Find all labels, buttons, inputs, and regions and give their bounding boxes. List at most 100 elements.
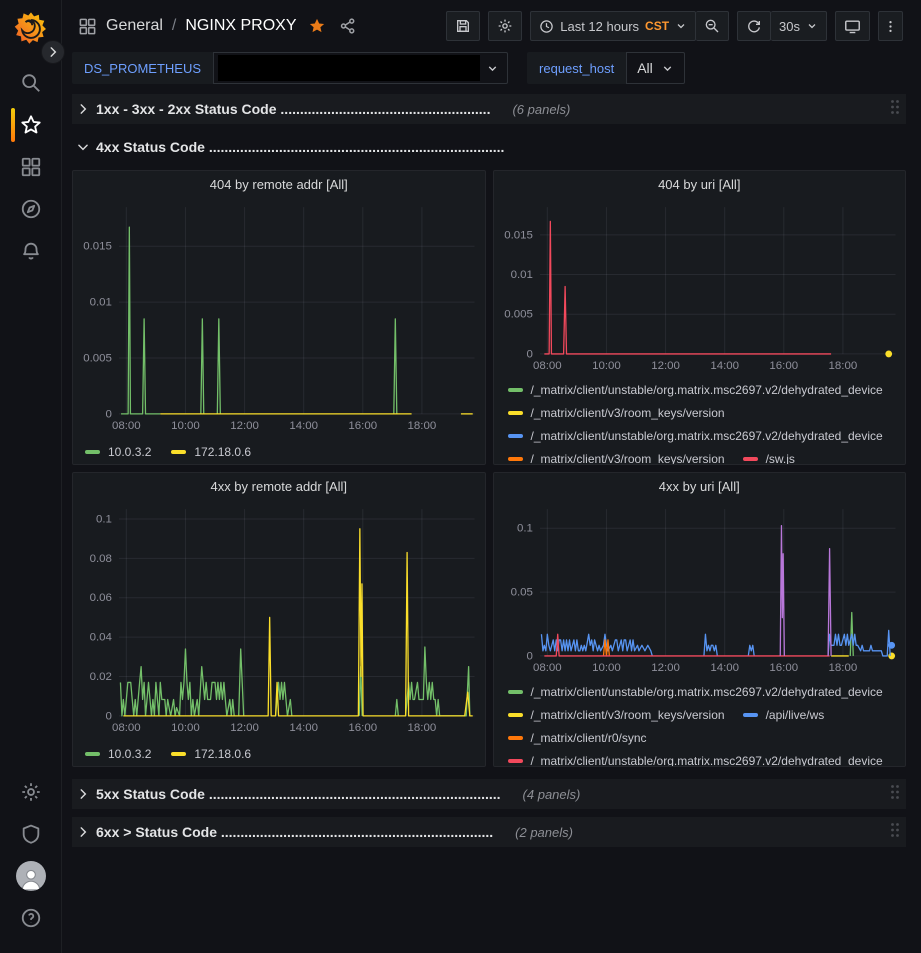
legend-swatch — [171, 450, 186, 454]
row-drag-handle[interactable] — [890, 784, 900, 805]
svg-text:10:00: 10:00 — [171, 722, 200, 734]
row-1xx-3xx-2xx[interactable]: 1xx - 3xx - 2xx Status Code ............… — [72, 94, 906, 124]
legend-item[interactable]: 10.0.3.2 — [85, 743, 151, 766]
row-title: 1xx - 3xx - 2xx Status Code ............… — [96, 101, 490, 117]
gear-icon — [20, 781, 42, 803]
svg-text:08:00: 08:00 — [112, 420, 141, 432]
dashboard-settings-button[interactable] — [488, 11, 522, 41]
legend-item[interactable]: /_matrix/client/v3/room_keys/version — [508, 401, 725, 424]
sidebar-item-explore[interactable] — [9, 188, 53, 230]
refresh-button[interactable] — [737, 11, 771, 41]
sidebar-item-configuration[interactable] — [9, 771, 53, 813]
save-dashboard-button[interactable] — [446, 11, 480, 41]
row-drag-handle[interactable] — [890, 99, 900, 120]
legend-item[interactable]: 172.18.0.6 — [171, 441, 251, 464]
panel-title[interactable]: 4xx by remote addr [All] — [73, 473, 485, 501]
legend-swatch — [508, 713, 523, 717]
chevron-down-icon — [76, 140, 90, 154]
legend-item[interactable]: /_matrix/client/r0/sync — [508, 726, 647, 749]
header-actions: Last 12 hours CST 30s — [446, 11, 903, 41]
refresh-group: 30s — [737, 11, 827, 41]
breadcrumb-section[interactable]: General — [106, 17, 163, 35]
legend-swatch — [508, 434, 523, 438]
svg-text:0.01: 0.01 — [90, 297, 112, 309]
legend-label: 10.0.3.2 — [108, 747, 151, 761]
legend-item[interactable]: 172.18.0.6 — [171, 743, 251, 766]
svg-text:18:00: 18:00 — [828, 360, 857, 372]
legend-item[interactable]: /api/live/ws — [743, 703, 825, 726]
legend-label: /_matrix/client/r0/sync — [531, 731, 647, 745]
svg-text:16:00: 16:00 — [769, 360, 798, 372]
panel-4: 4xx by uri [All]00.050.108:0010:0012:001… — [493, 472, 907, 767]
sidebar-expand-button[interactable] — [41, 40, 65, 64]
refresh-interval-picker[interactable]: 30s — [771, 11, 827, 41]
timeseries-chart: 00.0050.010.01508:0010:0012:0014:0016:00… — [494, 199, 906, 374]
request-host-value: All — [637, 60, 653, 76]
compass-icon — [20, 198, 42, 220]
sidebar-item-search[interactable] — [9, 62, 53, 104]
chevron-down-icon — [675, 20, 687, 32]
row-5xx[interactable]: 5xx Status Code ........................… — [72, 779, 906, 809]
legend-item[interactable]: /_matrix/client/v3/room_keys/version — [508, 447, 725, 464]
share-button[interactable] — [337, 17, 359, 35]
zoom-out-button[interactable] — [696, 11, 729, 41]
svg-text:18:00: 18:00 — [408, 722, 437, 734]
panel-title[interactable]: 4xx by uri [All] — [494, 473, 906, 501]
svg-text:10:00: 10:00 — [592, 360, 621, 372]
more-options-button[interactable] — [878, 11, 903, 41]
svg-text:0.04: 0.04 — [90, 632, 113, 644]
svg-text:0.08: 0.08 — [90, 553, 112, 565]
clock-icon — [539, 19, 554, 34]
timeseries-chart: 00.050.108:0010:0012:0014:0016:0018:00 — [494, 501, 906, 676]
legend-item[interactable]: /_matrix/client/unstable/org.matrix.msc2… — [508, 680, 883, 703]
timezone-label: CST — [645, 19, 669, 33]
row-drag-handle[interactable] — [890, 822, 900, 843]
request-host-select[interactable]: All — [626, 52, 685, 84]
panel-1: 404 by remote addr [All]00.0050.010.0150… — [72, 170, 486, 465]
legend-item[interactable]: /sw.js — [743, 447, 795, 464]
svg-text:0.01: 0.01 — [510, 269, 532, 281]
zoom-out-icon — [704, 18, 720, 34]
legend-item[interactable]: /_matrix/client/unstable/org.matrix.msc2… — [508, 378, 883, 401]
svg-text:0: 0 — [106, 408, 112, 420]
svg-text:0.1: 0.1 — [516, 523, 532, 535]
dashboard-canvas: 1xx - 3xx - 2xx Status Code ............… — [62, 88, 921, 847]
sidebar-item-starred[interactable] — [9, 104, 53, 146]
svg-text:0: 0 — [526, 650, 532, 662]
svg-text:0.1: 0.1 — [96, 513, 112, 525]
sidebar-item-profile[interactable] — [9, 855, 53, 897]
svg-text:12:00: 12:00 — [230, 420, 259, 432]
chevron-right-icon — [76, 825, 90, 839]
bell-icon — [20, 240, 42, 262]
legend-label: 172.18.0.6 — [194, 445, 251, 459]
legend-label: /_matrix/client/unstable/org.matrix.msc2… — [531, 429, 883, 443]
legend-swatch — [508, 388, 523, 392]
time-range-picker[interactable]: Last 12 hours CST — [530, 11, 696, 41]
sidebar-item-help[interactable] — [9, 897, 53, 939]
row-6xx[interactable]: 6xx > Status Code ......................… — [72, 817, 906, 847]
legend-item[interactable]: /_matrix/client/unstable/org.matrix.msc2… — [508, 424, 883, 447]
svg-text:0.05: 0.05 — [510, 587, 532, 599]
time-range-label: Last 12 hours — [560, 19, 639, 34]
sidebar-item-alerting[interactable] — [9, 230, 53, 272]
svg-text:12:00: 12:00 — [230, 722, 259, 734]
legend-swatch — [508, 736, 523, 740]
panel-legend: /_matrix/client/unstable/org.matrix.msc2… — [494, 374, 906, 464]
legend-label: /sw.js — [766, 452, 795, 465]
tv-mode-button[interactable] — [835, 11, 870, 41]
legend-item[interactable]: 10.0.3.2 — [85, 441, 151, 464]
favorite-star-button[interactable] — [306, 17, 328, 35]
timeseries-chart: 00.020.040.060.080.108:0010:0012:0014:00… — [73, 501, 485, 736]
panel-title[interactable]: 404 by remote addr [All] — [73, 171, 485, 199]
row-4xx[interactable]: 4xx Status Code ........................… — [72, 132, 906, 162]
variable-label-request-host: request_host — [527, 52, 626, 84]
legend-swatch — [508, 457, 523, 461]
panel-title[interactable]: 404 by uri [All] — [494, 171, 906, 199]
legend-item[interactable]: /_matrix/client/unstable/org.matrix.msc2… — [508, 749, 883, 766]
legend-item[interactable]: /_matrix/client/v3/room_keys/version — [508, 703, 725, 726]
kebab-menu-icon — [883, 19, 898, 34]
sidebar-item-server-admin[interactable] — [9, 813, 53, 855]
dashboards-grid-icon — [20, 156, 42, 178]
datasource-select[interactable] — [213, 52, 508, 84]
sidebar-item-dashboards[interactable] — [9, 146, 53, 188]
